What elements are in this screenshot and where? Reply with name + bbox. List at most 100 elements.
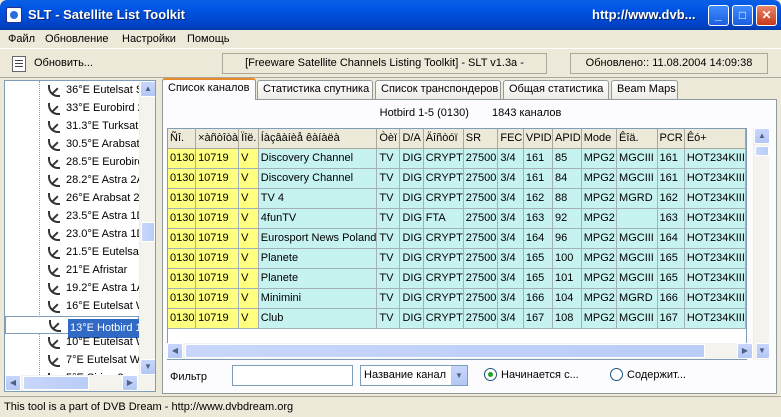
table-cell: CRYPT: [423, 268, 464, 289]
filter-mode-select[interactable]: Название канал ▼: [360, 365, 468, 386]
filter-input[interactable]: [232, 365, 353, 386]
tree-item[interactable]: 21.5°E Eutelsat: [5, 244, 140, 262]
table-row[interactable]: 0130 10719 V Discovery Channel TV DIG CRYPT 275…: [168, 148, 746, 169]
tree-item[interactable]: 23.5°E Astra 1D: [5, 208, 140, 226]
grid-scroll-left-button[interactable]: ◀: [167, 343, 183, 359]
maximize-button[interactable]: □: [732, 5, 753, 26]
grid-scroll-right-button[interactable]: ▶: [737, 343, 753, 359]
tree-item[interactable]: 23.0°E Astra 1D: [5, 226, 140, 244]
table-cell: CRYPT: [423, 288, 464, 309]
column-header[interactable]: APID: [552, 129, 582, 149]
tab-general-stats[interactable]: Общая статистика: [503, 80, 609, 99]
tree-hscroll-thumb[interactable]: [23, 376, 89, 390]
grid-horizontal-scrollbar[interactable]: ◀ ▶: [167, 343, 757, 359]
table-cell: DIG: [399, 208, 424, 229]
table-header-row: Ñî. ×àñòîòà Ïîë. Íàçâàíèå êàíàëà Òèï D/A Äîñòó…: [168, 129, 746, 149]
satellite-tree[interactable]: 36°E Eutelsat Se 33°E Eurobird 2 31.3°E Tu…: [4, 80, 156, 392]
tree-item[interactable]: 30.5°E Arabsat 2: [5, 136, 140, 154]
tree-item[interactable]: 16°E Eutelsat W3: [5, 298, 140, 316]
table-cell: HOT234KIII: [684, 148, 746, 169]
satellite-dish-icon: [48, 355, 62, 367]
table-cell: V: [238, 168, 259, 189]
table-row[interactable]: 0130 10719 V TV 4 TV DIG CRYPT 27500 3/4 162 88 MPG…: [168, 188, 746, 209]
table-cell: 88: [552, 188, 582, 209]
column-header[interactable]: Íàçâàíèå êàíàëà: [258, 129, 378, 149]
table-row[interactable]: 0130 10719 V 4funTV TV DIG FTA 27500 3/4 163 92 MPG…: [168, 208, 746, 229]
scroll-up-button[interactable]: ▲: [140, 81, 155, 97]
scroll-down-button[interactable]: ▼: [140, 359, 155, 375]
radio-contains[interactable]: Содержит...: [610, 368, 686, 381]
grid-hscroll-thumb[interactable]: [185, 344, 705, 358]
column-header[interactable]: Òèï: [376, 129, 401, 149]
table-row[interactable]: 0130 10719 V Club TV DIG CRYPT 27500 3/4 167 108 MP…: [168, 308, 746, 329]
radio-starts-with[interactable]: Начинается с...: [484, 368, 579, 381]
tree-item[interactable]: 7°E Eutelsat W3: [5, 352, 140, 370]
channel-table[interactable]: Ñî. ×àñòîòà Ïîë. Íàçâàíèå êàíàëà Òèï D/A Äîñòó…: [168, 129, 746, 329]
column-header[interactable]: Mode: [581, 129, 618, 149]
table-cell: TV: [376, 288, 401, 309]
close-button[interactable]: ✕: [756, 5, 777, 26]
tree-item[interactable]: 28.5°E Eurobird: [5, 154, 140, 172]
app-icon[interactable]: [6, 7, 22, 23]
column-header[interactable]: Ïîë.: [238, 129, 259, 149]
tree-item[interactable]: 28.2°E Astra 2A: [5, 172, 140, 190]
table-cell: MGCIII: [616, 148, 658, 169]
table-cell: 4funTV: [258, 208, 378, 229]
chevron-down-icon[interactable]: ▼: [450, 366, 467, 385]
grid-vertical-scrollbar[interactable]: ▲ ▼: [753, 128, 770, 360]
column-header[interactable]: VPID: [523, 129, 553, 149]
table-row[interactable]: 0130 10719 V Discovery Channel TV DIG CRYPT 275…: [168, 168, 746, 189]
table-row[interactable]: 0130 10719 V Planete TV DIG CRYPT 27500 3/4 165 10…: [168, 268, 746, 289]
table-cell: MPG2: [581, 288, 618, 309]
table-cell: DIG: [399, 288, 424, 309]
minimize-button[interactable]: _: [708, 5, 729, 26]
tree-item[interactable]: 10°E Eutelsat W: [5, 334, 140, 352]
tree-item[interactable]: 33°E Eurobird 2: [5, 100, 140, 118]
column-header[interactable]: Ñî.: [168, 129, 197, 149]
tree-item[interactable]: 19.2°E Astra 1A: [5, 280, 140, 298]
tree-scroll-thumb[interactable]: [141, 222, 155, 242]
menu-update[interactable]: Обновление: [45, 33, 109, 45]
column-header[interactable]: FEC: [497, 129, 524, 149]
table-cell: TV: [376, 268, 401, 289]
tree-horizontal-scrollbar[interactable]: ◀ ▶: [5, 375, 155, 391]
tab-beam-maps[interactable]: Beam Maps: [611, 80, 678, 99]
table-cell: 100: [552, 248, 582, 269]
table-row[interactable]: 0130 10719 V Eurosport News Poland TV DIG CRYP…: [168, 228, 746, 249]
tree-item[interactable]: 13°E Hotbird 1-5: [5, 316, 142, 338]
table-cell: 0130: [168, 148, 197, 169]
filter-label: Фильтр: [170, 371, 207, 383]
scroll-right-button[interactable]: ▶: [122, 375, 138, 391]
grid-scroll-up-button[interactable]: ▲: [754, 128, 770, 144]
table-row[interactable]: 0130 10719 V Planete TV DIG CRYPT 27500 3/4 165 10…: [168, 248, 746, 269]
menu-help[interactable]: Помощь: [187, 33, 230, 45]
tree-item[interactable]: 21°E Afristar: [5, 262, 139, 280]
channel-grid[interactable]: Ñî. ×àñòîòà Ïîë. Íàçâàíèå êàíàëà Òèï D/A Äîñòó…: [167, 128, 747, 360]
menu-settings[interactable]: Настройки: [122, 33, 176, 45]
column-header[interactable]: D/A: [399, 129, 424, 149]
scroll-left-button[interactable]: ◀: [5, 375, 21, 391]
column-header[interactable]: SR: [463, 129, 499, 149]
column-header[interactable]: ×àñòîòà: [195, 129, 240, 149]
table-cell: HOT234KIII: [684, 208, 746, 229]
tab-satellite-stats[interactable]: Статистика спутника: [257, 80, 373, 99]
status-bar: This tool is a part of DVB Dream - http:…: [0, 396, 781, 417]
column-header[interactable]: Äîñòóï: [423, 129, 464, 149]
tab-transponder-list[interactable]: Список транспондеров: [375, 80, 501, 99]
table-row[interactable]: 0130 10719 V Minimini TV DIG CRYPT 27500 3/4 166 1…: [168, 288, 746, 309]
table-cell: 3/4: [497, 248, 524, 269]
table-cell: Planete: [258, 268, 378, 289]
column-header[interactable]: PCR: [657, 129, 685, 149]
tree-item[interactable]: 36°E Eutelsat Se: [5, 82, 140, 100]
tree-vertical-scrollbar[interactable]: ▲ ▼: [139, 81, 155, 375]
tree-item[interactable]: 31.3°E Turksat 1: [5, 118, 140, 136]
menu-file[interactable]: Файл: [8, 33, 35, 45]
column-header[interactable]: Êó+: [684, 129, 746, 149]
column-header[interactable]: Êîä.: [616, 129, 658, 149]
refresh-button[interactable]: Обновить...: [6, 53, 98, 75]
table-cell: 96: [552, 228, 582, 249]
grid-scroll-thumb[interactable]: [755, 146, 769, 156]
table-cell: V: [238, 248, 259, 269]
tab-channel-list[interactable]: Список каналов: [162, 78, 256, 100]
tree-item[interactable]: 26°E Arabsat 2A: [5, 190, 140, 208]
